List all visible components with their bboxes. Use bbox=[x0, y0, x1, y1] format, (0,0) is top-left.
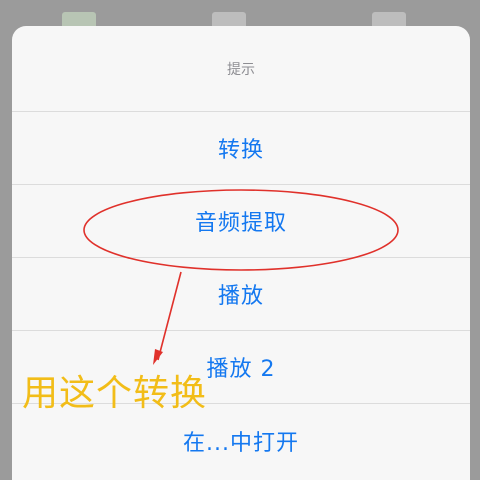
play-button[interactable]: 播放 bbox=[12, 258, 470, 331]
dialog-title: 提示 bbox=[12, 26, 470, 112]
open-in-button[interactable]: 在...中打开 bbox=[12, 404, 470, 477]
convert-button[interactable]: 转换 bbox=[12, 112, 470, 185]
annotation-note: 用这个转换 bbox=[22, 373, 208, 414]
extract-audio-button[interactable]: 音频提取 bbox=[12, 185, 470, 258]
